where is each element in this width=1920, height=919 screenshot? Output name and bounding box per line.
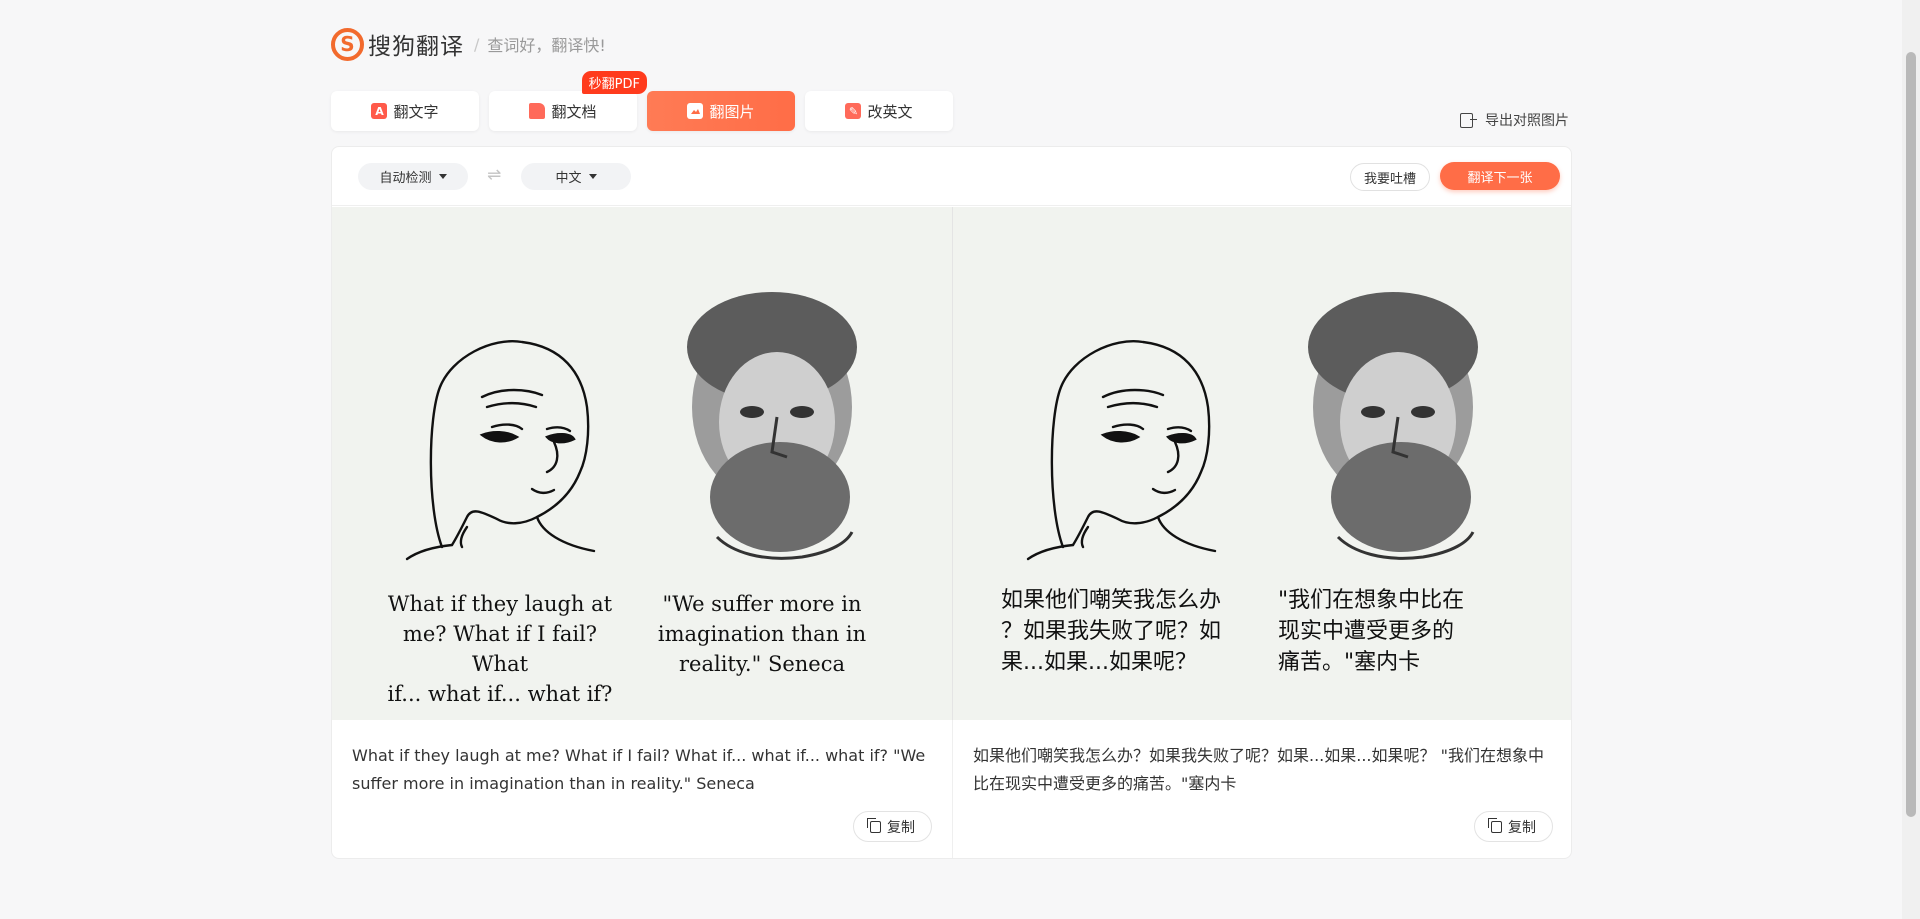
caption-line: if... what if... what if? — [387, 682, 613, 706]
text-translate-icon: A — [371, 103, 388, 119]
tab-label: 翻图片 — [709, 102, 755, 121]
page-scrollbar[interactable] — [1902, 0, 1920, 919]
caption-left: What if they laugh at me? What if I fail… — [380, 589, 620, 709]
caption-line: reality." Seneca — [679, 652, 845, 676]
logo-text[interactable]: 搜狗翻译 — [368, 27, 464, 61]
caption-line: 果...如果...如果呢？ — [1001, 650, 1197, 675]
copy-target-button[interactable]: 复制 — [1474, 811, 1553, 842]
target-text[interactable]: 如果他们嘲笑我怎么办？如果我失败了呢？如果...如果...如果呢？ "我们在想象… — [973, 742, 1553, 798]
caption-line: "我们在想象中比在 — [1278, 588, 1465, 613]
caption-line: What if they laugh at — [387, 592, 613, 616]
tab-translate-image[interactable]: 翻图片 — [647, 91, 795, 131]
copy-icon — [1488, 817, 1502, 833]
target-text-column: 如果他们嘲笑我怎么办？如果我失败了呢？如果...如果...如果呢？ "我们在想象… — [952, 720, 1571, 858]
caption-line: 痛苦。"塞内卡 — [1278, 650, 1421, 675]
edit-english-icon: ✎ — [845, 103, 862, 119]
slogan-separator: / — [474, 34, 480, 54]
sogou-logo-icon[interactable]: S — [331, 27, 364, 61]
translate-next-button[interactable]: 翻译下一张 — [1440, 162, 1560, 190]
tab-translate-text[interactable]: A 翻文字 — [331, 91, 479, 131]
tab-label: 翻文档 — [551, 102, 597, 121]
tab-edit-english[interactable]: ✎ 改英文 — [805, 91, 953, 131]
tab-translate-document[interactable]: 翻文档 秒翻PDF — [489, 71, 647, 131]
tab-label: 改英文 — [867, 102, 913, 121]
text-result-area: What if they laugh at me? What if I fail… — [332, 720, 1571, 858]
scrollbar-thumb[interactable] — [1906, 52, 1916, 817]
translated-image: 如果他们嘲笑我怎么办 ？如果我失败了呢？如 果...如果...如果呢？ "我们在… — [952, 207, 1571, 720]
image-compare-area: What if they laugh at me? What if I fail… — [332, 207, 1571, 720]
copy-label: 复制 — [887, 819, 915, 836]
caption-right: "We suffer more in imagination than in r… — [652, 589, 872, 679]
copy-source-button[interactable]: 复制 — [853, 811, 932, 842]
caption-line: imagination than in — [657, 622, 867, 646]
caption-line: 现实中遭受更多的 — [1278, 619, 1455, 644]
mode-tabs: A 翻文字 翻文档 秒翻PDF 翻图片 ✎ 改英文 — [331, 71, 953, 131]
slogan: 查词好，翻译快! — [487, 36, 606, 55]
source-language-label: 自动检测 — [379, 171, 432, 186]
source-text[interactable]: What if they laugh at me? What if I fail… — [352, 742, 932, 798]
target-language-select[interactable]: 中文 — [521, 163, 631, 190]
caption-left-translated: 如果他们嘲笑我怎么办 ？如果我失败了呢？如 果...如果...如果呢？ — [1001, 585, 1261, 678]
source-text-column: What if they laugh at me? What if I fail… — [332, 720, 952, 858]
language-toolbar: 自动检测 ⇌ 中文 我要吐槽 翻译下一张 — [332, 147, 1571, 206]
target-language-label: 中文 — [555, 171, 582, 186]
caption-line: me? What if I fail? What — [402, 622, 598, 676]
export-label: 导出对照图片 — [1485, 113, 1569, 129]
image-icon — [687, 103, 704, 119]
caption-line: "We suffer more in — [662, 592, 862, 616]
copy-label: 复制 — [1508, 819, 1536, 836]
source-language-select[interactable]: 自动检测 — [358, 163, 468, 190]
export-comparison-button[interactable]: 导出对照图片 — [1460, 110, 1569, 130]
document-icon — [529, 103, 546, 119]
original-image: What if they laugh at me? What if I fail… — [332, 207, 952, 720]
swap-languages-icon[interactable]: ⇌ — [487, 165, 501, 185]
page: S 搜狗翻译 / 查词好，翻译快! A 翻文字 翻文档 秒翻PDF 翻图片 ✎ … — [0, 0, 1920, 919]
translation-panel: 自动检测 ⇌ 中文 我要吐槽 翻译下一张 What if they laugh … — [331, 146, 1572, 859]
caption-line: ？如果我失败了呢？如 — [1001, 619, 1222, 644]
copy-icon — [867, 817, 881, 833]
caption-right-translated: "我们在想象中比在 现实中遭受更多的 痛苦。"塞内卡 — [1278, 585, 1508, 678]
header: S 搜狗翻译 / 查词好，翻译快! — [331, 26, 606, 62]
tab-label: 翻文字 — [393, 102, 439, 121]
export-icon — [1460, 112, 1477, 128]
feedback-button[interactable]: 我要吐槽 — [1350, 163, 1430, 191]
chevron-down-icon — [438, 174, 447, 179]
caption-line: 如果他们嘲笑我怎么办 — [1001, 588, 1222, 613]
chevron-down-icon — [588, 174, 597, 179]
pdf-badge[interactable]: 秒翻PDF — [581, 71, 647, 94]
